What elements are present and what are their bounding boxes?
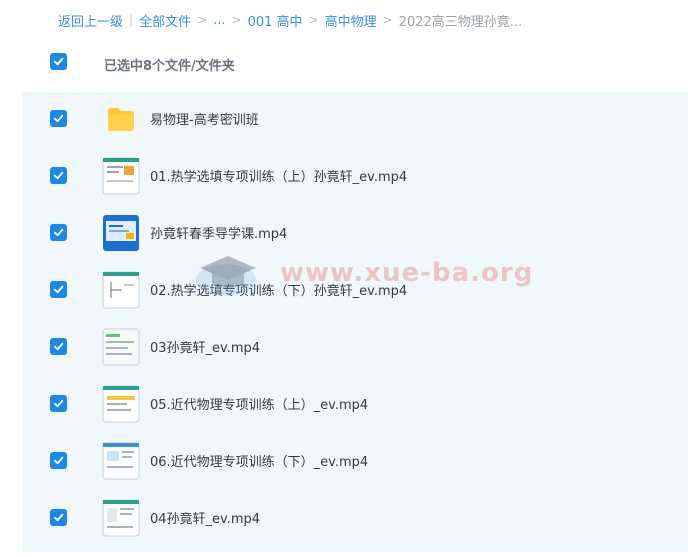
file-name[interactable]: 易物理-高考密训班 <box>150 92 259 149</box>
back-link[interactable]: 返回上一级 <box>58 11 123 30</box>
video-thumbnail-icon <box>102 442 140 480</box>
file-row[interactable]: 05.近代物理专项训练（上）_ev.mp4 <box>22 377 688 434</box>
row-checkbox[interactable] <box>50 281 67 298</box>
video-thumbnail-icon <box>102 385 140 423</box>
file-list: 易物理-高考密训班 01.热学选填专项训练（上）孙竟轩_ev.mp4 孙竟轩春季… <box>22 92 688 552</box>
file-name[interactable]: 06.近代物理专项训练（下）_ev.mp4 <box>150 434 368 491</box>
check-icon <box>53 456 64 465</box>
video-thumbnail-icon <box>102 157 140 195</box>
file-row[interactable]: 03孙竟轩_ev.mp4 <box>22 320 688 377</box>
row-checkbox[interactable] <box>50 395 67 412</box>
breadcrumb-item-physics[interactable]: 高中物理 <box>325 11 377 30</box>
breadcrumb: 返回上一级 | 全部文件 > ... > 001 高中 > 高中物理 > 202… <box>58 10 522 30</box>
file-row[interactable]: 04孙竟轩_ev.mp4 <box>22 491 688 548</box>
file-name[interactable]: 孙竟轩春季导学课.mp4 <box>150 206 287 263</box>
breadcrumb-separator: > <box>308 13 319 27</box>
video-thumbnail-icon <box>102 328 140 366</box>
row-checkbox[interactable] <box>50 509 67 526</box>
breadcrumb-item-all-files[interactable]: 全部文件 <box>139 11 191 30</box>
folder-icon <box>108 108 134 131</box>
file-row[interactable]: 孙竟轩春季导学课.mp4 <box>22 206 688 263</box>
file-name[interactable]: 03孙竟轩_ev.mp4 <box>150 320 260 377</box>
breadcrumb-separator: > <box>231 13 242 27</box>
check-icon <box>53 342 64 351</box>
check-icon <box>53 171 64 180</box>
breadcrumb-divider: | <box>129 13 134 27</box>
check-icon <box>53 228 64 237</box>
file-row[interactable]: 06.近代物理专项训练（下）_ev.mp4 <box>22 434 688 491</box>
check-icon <box>53 399 64 408</box>
selection-count: 已选中8个文件/文件夹 <box>104 59 235 74</box>
row-checkbox[interactable] <box>50 167 67 184</box>
row-checkbox[interactable] <box>50 224 67 241</box>
check-icon <box>53 57 64 66</box>
file-row[interactable]: 02.热学选填专项训练（下）孙竟轩_ev.mp4 <box>22 263 688 320</box>
file-name[interactable]: 02.热学选填专项训练（下）孙竟轩_ev.mp4 <box>150 263 407 320</box>
file-row[interactable]: 易物理-高考密训班 <box>22 92 688 149</box>
file-name[interactable]: 04孙竟轩_ev.mp4 <box>150 491 260 548</box>
breadcrumb-item-high-school[interactable]: 001 高中 <box>248 11 303 30</box>
video-thumbnail-icon <box>102 499 140 537</box>
breadcrumb-separator: > <box>197 13 208 27</box>
breadcrumb-current: 2022高三物理孙竟... <box>398 14 523 30</box>
video-thumbnail-icon <box>103 215 139 251</box>
row-checkbox[interactable] <box>50 338 67 355</box>
file-name[interactable]: 05.近代物理专项训练（上）_ev.mp4 <box>150 377 368 434</box>
check-icon <box>53 285 64 294</box>
file-row[interactable]: 01.热学选填专项训练（上）孙竟轩_ev.mp4 <box>22 149 688 206</box>
selection-bar: 已选中8个文件/文件夹 <box>0 46 688 82</box>
row-checkbox[interactable] <box>50 452 67 469</box>
select-all-checkbox[interactable] <box>50 53 67 70</box>
check-icon <box>53 513 64 522</box>
row-checkbox[interactable] <box>50 110 67 127</box>
breadcrumb-separator: > <box>382 13 393 27</box>
file-name[interactable]: 01.热学选填专项训练（上）孙竟轩_ev.mp4 <box>150 149 407 206</box>
check-icon <box>53 114 64 123</box>
video-thumbnail-icon <box>102 271 140 309</box>
breadcrumb-item-ellipsis[interactable]: ... <box>213 13 225 28</box>
